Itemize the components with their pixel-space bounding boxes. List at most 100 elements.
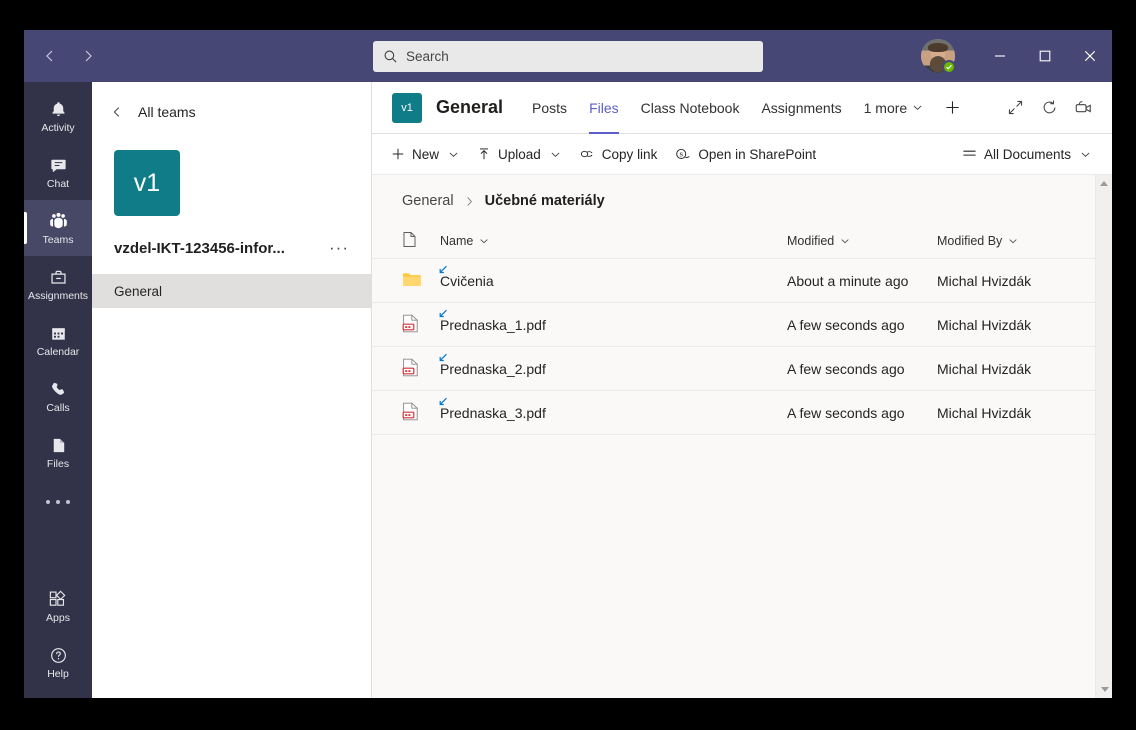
meet-now-icon[interactable] [1066, 91, 1100, 125]
table-row[interactable]: Cvičenia About a minute ago Michal Hvizd… [372, 259, 1112, 303]
tab-posts[interactable]: Posts [521, 82, 578, 134]
new-button[interactable]: New [382, 138, 468, 171]
row-icon-cell [402, 314, 440, 336]
sidebar-item-calls[interactable]: Calls [24, 368, 92, 424]
add-tab-button[interactable] [934, 82, 970, 134]
tab-label: Class Notebook [640, 99, 740, 116]
back-button[interactable] [34, 40, 66, 72]
row-name-cell[interactable]: Cvičenia [439, 265, 787, 289]
sidebar-item-activity[interactable]: Activity [24, 88, 92, 144]
tab-label: Assignments [761, 99, 842, 116]
table-row[interactable]: Prednaska_3.pdf A few seconds ago Michal… [372, 391, 1112, 435]
tab-label: Posts [532, 99, 568, 116]
row-name-cell[interactable]: Prednaska_1.pdf [439, 309, 787, 333]
row-file-name: Prednaska_3.pdf [440, 404, 546, 421]
minimize-button[interactable] [977, 30, 1022, 82]
copy-link-button[interactable]: Copy link [570, 138, 667, 171]
scroll-up-arrow-icon[interactable] [1096, 175, 1112, 192]
row-modified: A few seconds ago [787, 404, 905, 421]
search-input[interactable]: Search [373, 41, 763, 72]
assignments-icon [49, 266, 68, 288]
column-header-name[interactable]: Name [440, 234, 787, 248]
row-file-name: Prednaska_1.pdf [440, 316, 546, 333]
sidebar-label-calls: Calls [46, 402, 70, 414]
chevron-down-icon [912, 102, 923, 113]
team-avatar[interactable]: v1 [114, 150, 180, 216]
sidebar-more-button[interactable] [24, 480, 92, 524]
channel-item-general[interactable]: General [92, 274, 371, 308]
expand-icon[interactable] [998, 91, 1032, 125]
sidebar-item-calendar[interactable]: Calendar [24, 312, 92, 368]
scroll-down-arrow-icon[interactable] [1096, 681, 1112, 698]
row-icon-cell [402, 271, 440, 291]
vertical-scrollbar[interactable] [1095, 175, 1112, 698]
command-bar: New Upload Copy link S Open in SharePoin… [372, 134, 1112, 175]
row-modified-by: Michal Hvizdák [937, 316, 1032, 333]
channel-header: v1 General Posts Files Class Notebook As… [372, 82, 1112, 134]
refresh-icon[interactable] [1032, 91, 1066, 125]
table-row[interactable]: Prednaska_2.pdf A few seconds ago Michal… [372, 347, 1112, 391]
sidebar-item-teams[interactable]: Teams [24, 200, 92, 256]
shared-link-icon [437, 264, 449, 276]
sidebar-label-teams: Teams [42, 234, 74, 246]
tab-class-notebook[interactable]: Class Notebook [630, 82, 751, 134]
tab-more-dropdown[interactable]: 1 more [853, 82, 935, 134]
open-in-sharepoint-button[interactable]: S Open in SharePoint [666, 138, 825, 171]
maximize-button[interactable] [1022, 30, 1067, 82]
shared-link-icon [437, 352, 449, 364]
sidebar-item-chat[interactable]: Chat [24, 144, 92, 200]
upload-button[interactable]: Upload [468, 138, 570, 171]
row-name-cell[interactable]: Prednaska_2.pdf [439, 353, 787, 377]
help-icon [49, 644, 68, 666]
upload-icon [477, 147, 491, 161]
close-button[interactable] [1067, 30, 1112, 82]
apps-icon [48, 588, 68, 610]
new-label: New [412, 146, 440, 162]
row-modified: A few seconds ago [787, 360, 905, 377]
column-header-modified-by[interactable]: Modified By [937, 234, 1112, 248]
breadcrumb-root[interactable]: General [402, 193, 454, 209]
file-icon [49, 434, 68, 456]
folder-icon [402, 271, 422, 291]
sidebar-label-calendar: Calendar [36, 346, 80, 358]
presence-available-icon [942, 60, 956, 74]
team-name-row[interactable]: vzdel-IKT-123456-infor... ··· [92, 216, 371, 274]
sidebar-label-chat: Chat [46, 178, 70, 190]
shared-link-icon [437, 308, 449, 320]
tab-files[interactable]: Files [578, 82, 630, 134]
avatar[interactable] [921, 39, 956, 74]
sidebar-item-files[interactable]: Files [24, 424, 92, 480]
tab-label: 1 more [863, 99, 908, 116]
sidebar-item-help[interactable]: Help [24, 634, 92, 690]
view-selector-button[interactable]: All Documents [953, 138, 1100, 171]
column-label-modified-by: Modified By [937, 233, 1003, 248]
all-teams-button[interactable]: All teams [92, 90, 371, 134]
sidebar-label-assignments: Assignments [27, 290, 89, 302]
column-label-name: Name [440, 233, 474, 248]
rail-bottom: Apps Help [24, 578, 92, 698]
row-icon-cell [402, 402, 440, 424]
table-header-row: Name Modified Modified By [372, 223, 1112, 259]
sidebar-item-apps[interactable]: Apps [24, 578, 92, 634]
tab-assignments[interactable]: Assignments [750, 82, 852, 134]
forward-button[interactable] [72, 40, 104, 72]
pdf-icon [402, 314, 419, 336]
upload-label: Upload [498, 146, 541, 162]
chevron-down-icon [479, 236, 489, 246]
breadcrumb-current: Učebné materiály [484, 193, 605, 209]
chevron-right-icon [463, 195, 476, 208]
row-name-cell[interactable]: Prednaska_3.pdf [439, 397, 787, 421]
column-header-icon [402, 231, 440, 251]
teams-window: Search Activity Chat Teams Assignments C… [24, 30, 1112, 698]
sidebar-label-help: Help [47, 668, 69, 680]
column-header-modified[interactable]: Modified [787, 234, 937, 248]
all-teams-label: All teams [138, 104, 196, 120]
table-row[interactable]: Prednaska_1.pdf A few seconds ago Michal… [372, 303, 1112, 347]
sidebar-item-assignments[interactable]: Assignments [24, 256, 92, 312]
team-more-options-button[interactable]: ··· [325, 238, 353, 258]
chevron-down-icon [840, 236, 850, 246]
app-body: Activity Chat Teams Assignments Calendar… [24, 82, 1112, 698]
file-table: Name Modified Modified By Cvičenia About… [372, 223, 1112, 435]
row-modified: About a minute ago [787, 272, 909, 289]
sidebar-label-apps: Apps [46, 612, 70, 624]
